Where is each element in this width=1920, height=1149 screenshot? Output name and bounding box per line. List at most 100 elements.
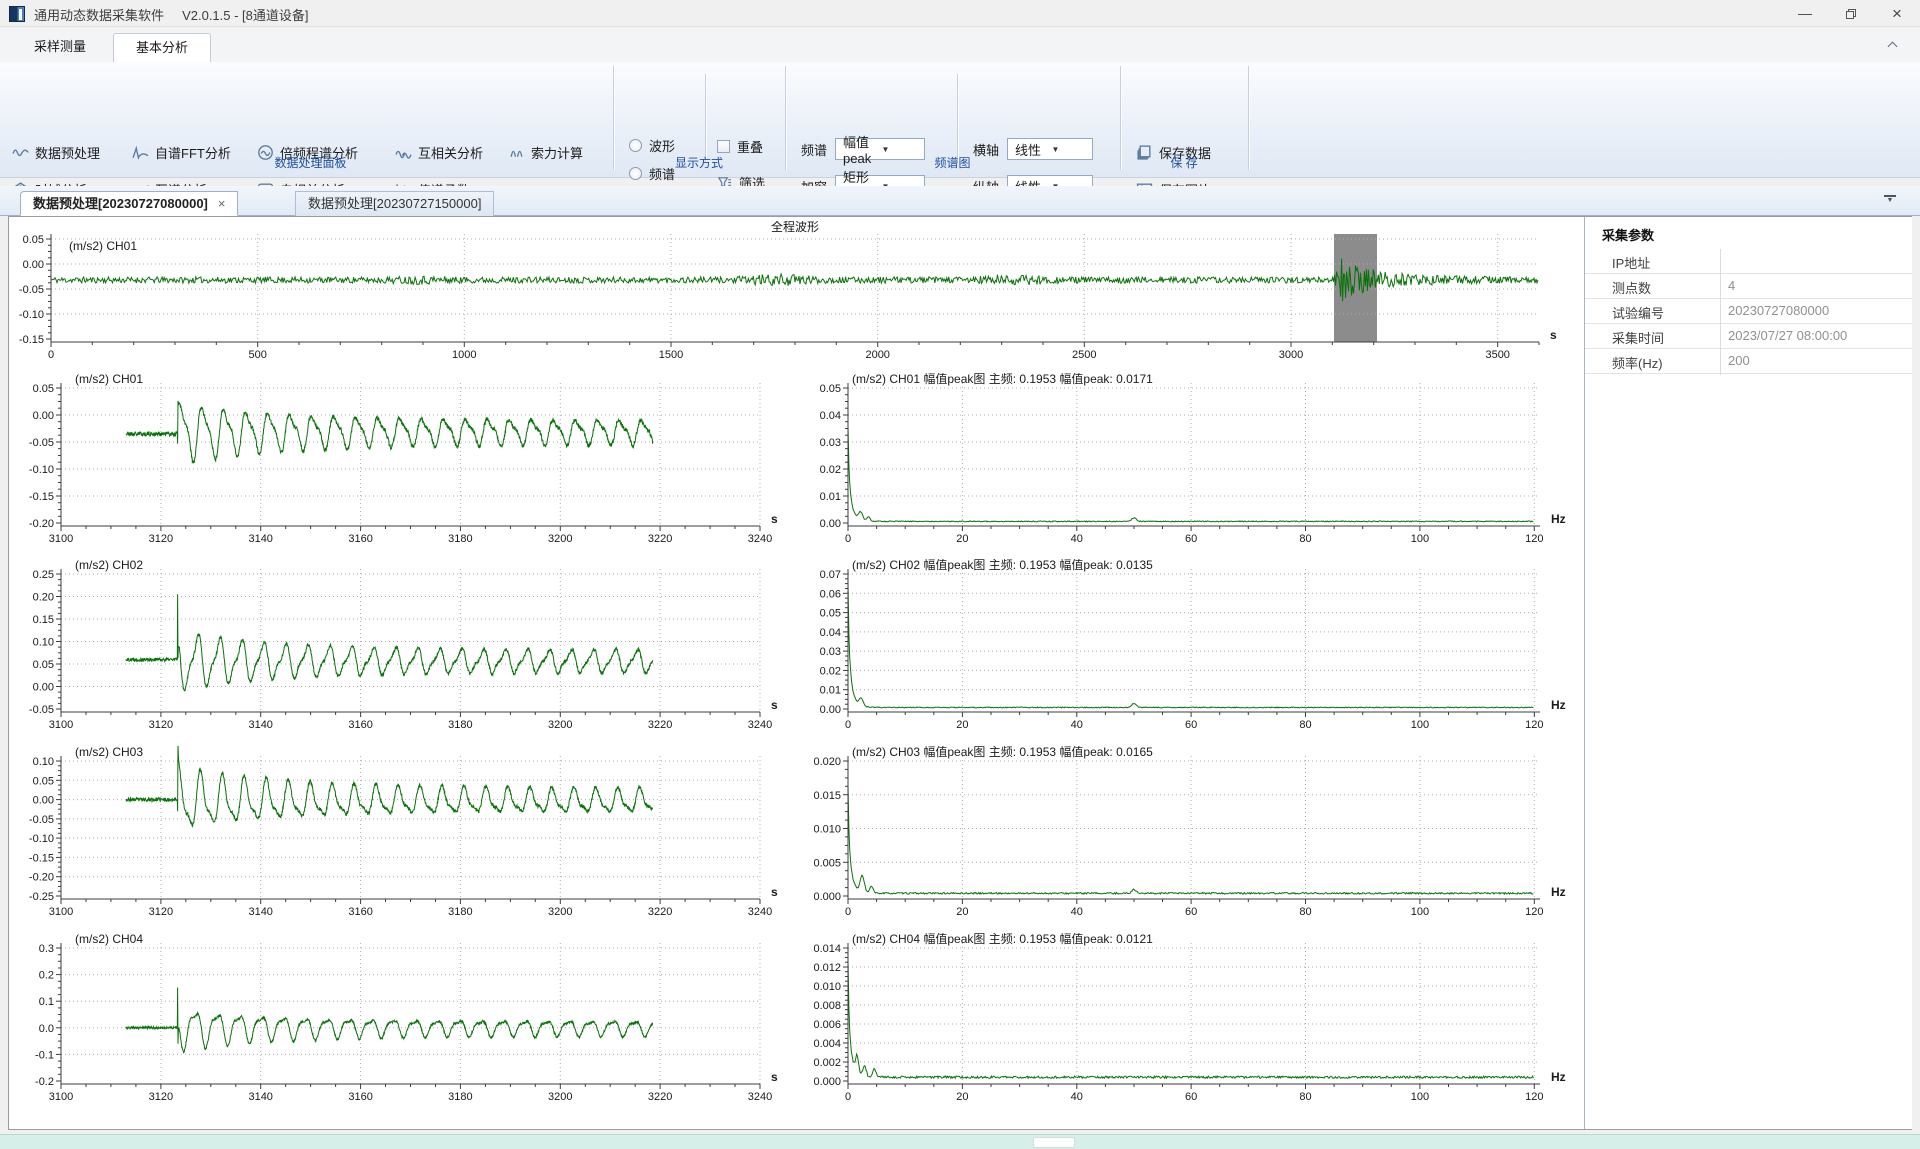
group-label-panel: 数据处理面板 bbox=[8, 154, 613, 172]
svg-text:80: 80 bbox=[1299, 906, 1311, 918]
ch03-waveform-chart[interactable]: 310031203140316031803200322032400.100.05… bbox=[10, 746, 780, 932]
svg-text:3220: 3220 bbox=[648, 719, 672, 731]
ribbon-tab-row: 采样测量 基本分析 bbox=[0, 28, 1920, 62]
overview-waveform-chart[interactable]: 05001000150020002500300035000.050.00-0.0… bbox=[10, 221, 1576, 373]
svg-text:0.05: 0.05 bbox=[33, 383, 54, 395]
restore-icon bbox=[1846, 9, 1856, 19]
collapse-ribbon-icon[interactable] bbox=[1888, 40, 1898, 50]
svg-text:-0.05: -0.05 bbox=[19, 284, 44, 296]
tab-basic-analysis[interactable]: 基本分析 bbox=[113, 33, 211, 62]
svg-text:40: 40 bbox=[1071, 1091, 1083, 1103]
svg-text:-0.20: -0.20 bbox=[29, 872, 54, 884]
svg-text:3100: 3100 bbox=[49, 533, 73, 545]
svg-text:3200: 3200 bbox=[548, 906, 572, 918]
overlay-checkbox[interactable]: 重叠 bbox=[717, 138, 763, 154]
ch02-spectrum-chart[interactable]: 0204060801001200.070.060.050.040.030.020… bbox=[785, 559, 1580, 745]
document-tab-strip: 数据预处理[20230727080000]× 数据预处理[20230727150… bbox=[0, 186, 1920, 216]
ch01-spectrum-chart[interactable]: 0204060801001200.050.040.030.020.010.00(… bbox=[785, 373, 1580, 559]
svg-text:0.06: 0.06 bbox=[820, 588, 841, 600]
svg-text:-0.25: -0.25 bbox=[29, 891, 54, 903]
content-area: 05001000150020002500300035000.050.00-0.0… bbox=[8, 216, 1912, 1130]
svg-text:0.05: 0.05 bbox=[33, 659, 54, 671]
ribbon-separator bbox=[1248, 66, 1249, 170]
tab-overflow-icon[interactable]: ▼ bbox=[1884, 195, 1896, 204]
svg-text:(m/s2) CH03 幅值peak图 主频: 0.1953: (m/s2) CH03 幅值peak图 主频: 0.1953 幅值peak: 0… bbox=[852, 746, 1153, 759]
ch02-waveform-chart[interactable]: 310031203140316031803200322032400.250.20… bbox=[10, 559, 780, 745]
svg-text:0.010: 0.010 bbox=[813, 824, 841, 836]
svg-text:3140: 3140 bbox=[248, 719, 272, 731]
ch04-spectrum-chart[interactable]: 0204060801001200.0140.0120.0100.0080.006… bbox=[785, 933, 1580, 1117]
svg-text:-0.10: -0.10 bbox=[29, 833, 54, 845]
svg-text:0.008: 0.008 bbox=[813, 1000, 841, 1012]
svg-text:0.3: 0.3 bbox=[39, 943, 54, 955]
tab-sampling[interactable]: 采样测量 bbox=[12, 33, 108, 62]
svg-text:-0.15: -0.15 bbox=[29, 852, 54, 864]
svg-text:0.05: 0.05 bbox=[820, 383, 841, 395]
svg-text:3180: 3180 bbox=[448, 533, 472, 545]
ch03-spectrum-chart[interactable]: 0204060801001200.0200.0150.0100.0050.000… bbox=[785, 746, 1580, 932]
ch01-waveform-chart[interactable]: 310031203140316031803200322032400.050.00… bbox=[10, 373, 780, 559]
svg-text:(m/s2) CH02 幅值peak图 主频: 0.1953: (m/s2) CH02 幅值peak图 主频: 0.1953 幅值peak: 0… bbox=[852, 559, 1153, 572]
svg-text:60: 60 bbox=[1185, 533, 1197, 545]
doc-tab-1[interactable]: 数据预处理[20230727080000]× bbox=[20, 191, 238, 216]
svg-text:-0.15: -0.15 bbox=[29, 491, 54, 503]
svg-text:3240: 3240 bbox=[748, 906, 772, 918]
svg-text:3100: 3100 bbox=[49, 1091, 73, 1103]
svg-text:(m/s2) CH04 幅值peak图 主频: 0.1953: (m/s2) CH04 幅值peak图 主频: 0.1953 幅值peak: 0… bbox=[852, 933, 1153, 946]
svg-text:3240: 3240 bbox=[748, 719, 772, 731]
svg-text:120: 120 bbox=[1525, 719, 1543, 731]
svg-text:0.005: 0.005 bbox=[813, 857, 841, 869]
ch04-waveform-chart[interactable]: 310031203140316031803200322032400.30.20.… bbox=[10, 933, 780, 1117]
svg-text:3160: 3160 bbox=[348, 719, 372, 731]
radio-icon bbox=[629, 139, 642, 152]
version-title: V2.0.1.5 - [8通道设备] bbox=[182, 8, 308, 23]
svg-text:3100: 3100 bbox=[49, 719, 73, 731]
svg-text:0.00: 0.00 bbox=[23, 259, 44, 271]
svg-text:(m/s2) CH01: (m/s2) CH01 bbox=[69, 239, 137, 253]
close-button[interactable]: × bbox=[1874, 0, 1920, 27]
svg-text:120: 120 bbox=[1525, 1091, 1543, 1103]
svg-text:-0.15: -0.15 bbox=[19, 334, 44, 346]
svg-text:-0.05: -0.05 bbox=[29, 814, 54, 826]
svg-text:0.07: 0.07 bbox=[820, 569, 841, 581]
svg-text:0.00: 0.00 bbox=[33, 795, 54, 807]
radio-waveform[interactable]: 波形 bbox=[629, 137, 675, 153]
application-window: { "window": { "app_title": "通用动态数据采集软件",… bbox=[0, 0, 1920, 1149]
svg-text:60: 60 bbox=[1185, 1091, 1197, 1103]
svg-text:100: 100 bbox=[1411, 1091, 1429, 1103]
doc-tab-2[interactable]: 数据预处理[20230727150000] bbox=[295, 191, 494, 216]
svg-text:(m/s2) CH04: (m/s2) CH04 bbox=[75, 933, 143, 946]
svg-text:0.000: 0.000 bbox=[813, 1076, 841, 1088]
svg-text:0.05: 0.05 bbox=[33, 775, 54, 787]
svg-text:2000: 2000 bbox=[865, 349, 889, 361]
svg-text:(m/s2) CH02: (m/s2) CH02 bbox=[75, 559, 143, 572]
svg-text:0.015: 0.015 bbox=[813, 790, 841, 802]
svg-text:-0.10: -0.10 bbox=[29, 464, 54, 476]
svg-text:0.10: 0.10 bbox=[33, 756, 54, 768]
params-column-divider bbox=[1720, 249, 1721, 375]
svg-text:3220: 3220 bbox=[648, 533, 672, 545]
svg-text:0.002: 0.002 bbox=[813, 1057, 841, 1069]
restore-button[interactable] bbox=[1828, 0, 1874, 27]
svg-text:0.020: 0.020 bbox=[813, 756, 841, 768]
checkbox-icon bbox=[717, 140, 730, 153]
svg-text:80: 80 bbox=[1299, 533, 1311, 545]
svg-text:20: 20 bbox=[956, 906, 968, 918]
svg-text:Hz: Hz bbox=[1551, 512, 1566, 526]
ribbon-separator bbox=[957, 74, 958, 162]
svg-text:0.10: 0.10 bbox=[33, 637, 54, 649]
svg-text:0.03: 0.03 bbox=[820, 437, 841, 449]
svg-text:0.000: 0.000 bbox=[813, 891, 841, 903]
svg-text:20: 20 bbox=[956, 719, 968, 731]
svg-text:3120: 3120 bbox=[149, 1091, 173, 1103]
svg-text:3100: 3100 bbox=[49, 906, 73, 918]
svg-text:0.00: 0.00 bbox=[33, 410, 54, 422]
svg-text:0.01: 0.01 bbox=[820, 491, 841, 503]
svg-text:3200: 3200 bbox=[548, 533, 572, 545]
close-tab-icon[interactable]: × bbox=[218, 192, 226, 216]
svg-text:100: 100 bbox=[1411, 906, 1429, 918]
svg-text:0.1: 0.1 bbox=[39, 996, 54, 1008]
minimize-button[interactable]: — bbox=[1782, 0, 1828, 27]
svg-text:0.004: 0.004 bbox=[813, 1038, 841, 1050]
status-chip bbox=[1033, 1137, 1075, 1148]
